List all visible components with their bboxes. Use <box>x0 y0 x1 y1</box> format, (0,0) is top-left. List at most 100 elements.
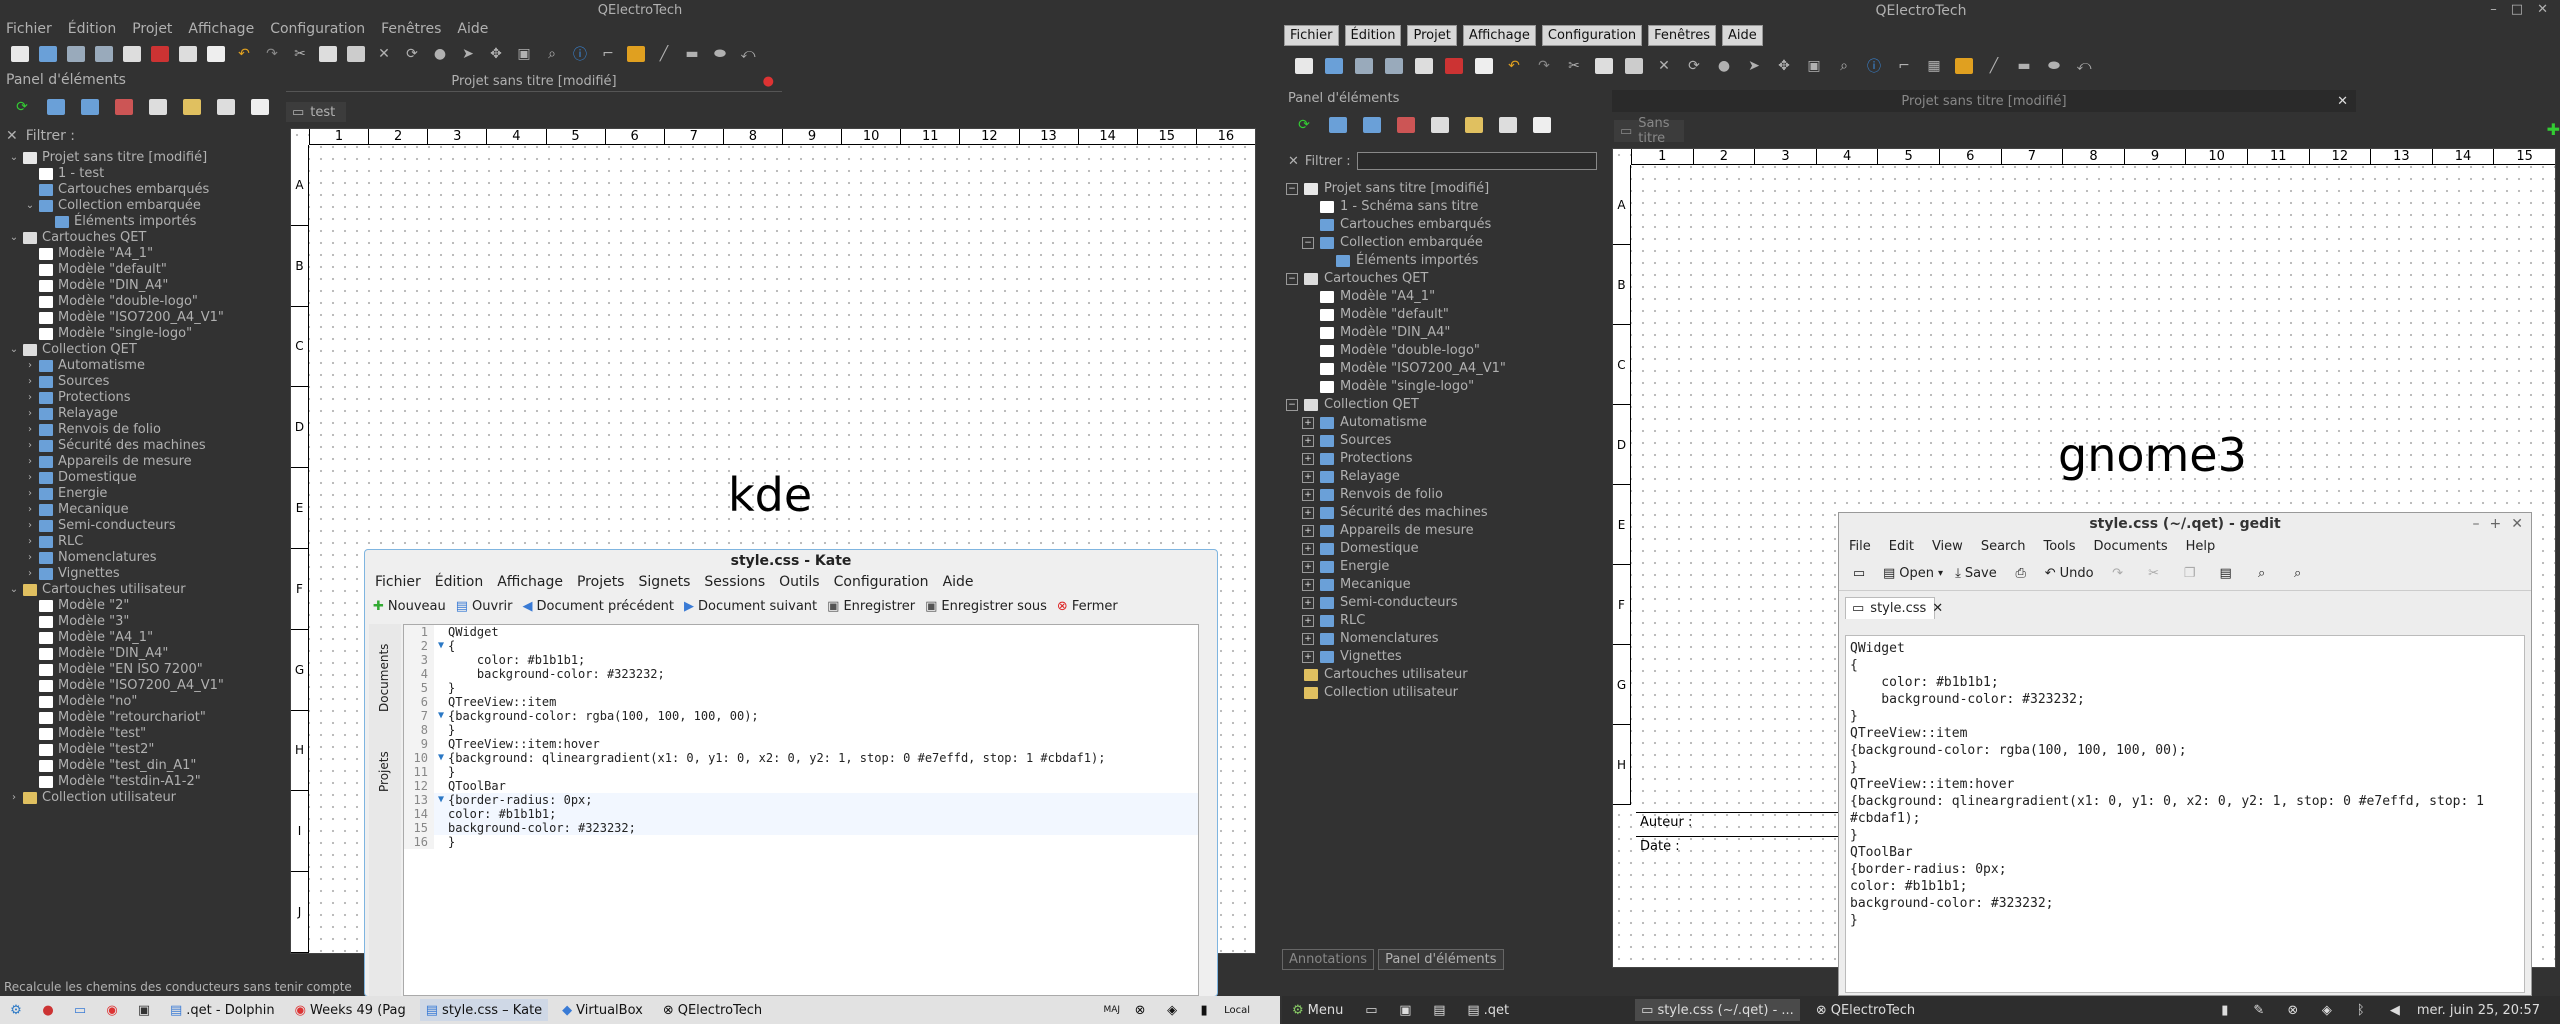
fold-marker[interactable] <box>434 723 448 737</box>
tree-item[interactable]: Cartouches utilisateur <box>1282 666 1602 684</box>
fold-marker[interactable]: ▼ <box>434 751 448 765</box>
tree-item[interactable]: › Collection utilisateur <box>0 790 274 806</box>
tree-item[interactable]: Éléments importés <box>1282 252 1602 270</box>
tree-item[interactable]: › Nomenclatures <box>0 550 274 566</box>
fold-marker[interactable] <box>434 681 448 695</box>
kate-menu-edition[interactable]: Édition <box>435 574 483 590</box>
titleblock-icon[interactable] <box>1530 113 1554 137</box>
fold-marker[interactable] <box>434 765 448 779</box>
gedit-menu-tools[interactable]: Tools <box>2043 539 2075 554</box>
launcher-folder-icon[interactable]: ▤ <box>1427 998 1451 1022</box>
kate-new-button[interactable]: ✚ Nouveau <box>373 599 446 614</box>
redo-icon[interactable]: ↷ <box>1532 54 1556 78</box>
print-icon[interactable] <box>1472 54 1496 78</box>
fold-marker[interactable] <box>434 695 448 709</box>
rectangle-icon[interactable]: ▬ <box>680 42 704 66</box>
volume-icon[interactable]: ◀ <box>2383 998 2407 1022</box>
info-icon[interactable]: ● <box>1712 54 1736 78</box>
maximize-icon[interactable]: + <box>2490 516 2502 532</box>
element-tree[interactable]: ⌄ Projet sans titre [modifié] 1 - test Cart… <box>0 150 274 980</box>
tree-item[interactable]: + Relayage <box>1282 468 1602 486</box>
tree-item[interactable]: Modèle "A4_1" <box>1282 288 1602 306</box>
tab-panel-elements[interactable]: Panel d'éléments <box>1378 948 1504 970</box>
tree-item[interactable]: Cartouches embarqués <box>0 182 274 198</box>
fold-marker[interactable]: ▼ <box>434 793 448 807</box>
tree-item[interactable]: ⌄ Cartouches utilisateur <box>0 582 274 598</box>
select-icon[interactable]: ➤ <box>1742 54 1766 78</box>
delete-element-icon[interactable] <box>214 95 238 119</box>
redo-icon[interactable]: ↷ <box>260 42 284 66</box>
expander-icon[interactable]: + <box>1302 507 1314 519</box>
tree-item[interactable]: + Mecanique <box>1282 576 1602 594</box>
tree-item[interactable]: Modèle "double-logo" <box>0 294 274 310</box>
element-tree[interactable]: − Projet sans titre [modifié] 1 - Schéma s… <box>1282 180 1602 940</box>
kate-open-button[interactable]: ▤ Ouvrir <box>456 599 513 614</box>
task-qelectrotech[interactable]: ⊗ QElectroTech <box>1810 999 1921 1021</box>
gedit-open-button[interactable]: ▤ Open ▾ <box>1883 566 1943 581</box>
kate-prev-button[interactable]: ◀ Document précédent <box>523 599 675 614</box>
pdf-icon[interactable] <box>176 42 200 66</box>
menu-configuration[interactable]: Configuration <box>1541 24 1643 46</box>
expander-icon[interactable]: − <box>1286 273 1298 285</box>
shield-icon[interactable]: ◈ <box>2315 998 2339 1022</box>
tree-item[interactable]: › Relayage <box>0 406 274 422</box>
conductor-icon[interactable]: ⌐ <box>1892 54 1916 78</box>
close-doc-icon[interactable]: ✕ <box>2337 94 2348 109</box>
expander-icon[interactable]: + <box>1302 579 1314 591</box>
kate-menu-affichage[interactable]: Affichage <box>497 574 563 590</box>
tree-item[interactable]: + Appareils de mesure <box>1282 522 1602 540</box>
menu-affichage[interactable]: Affichage <box>188 21 254 37</box>
close-doc-icon[interactable]: ● <box>763 74 774 89</box>
tree-item[interactable]: ⌄ Cartouches QET <box>0 230 274 246</box>
tree-item[interactable]: + Domestique <box>1282 540 1602 558</box>
tree-item[interactable]: Modèle "no" <box>0 694 274 710</box>
image-icon[interactable] <box>1952 54 1976 78</box>
expander-icon[interactable]: › <box>8 790 20 806</box>
paste-icon[interactable] <box>1622 54 1646 78</box>
expander-icon[interactable]: › <box>24 534 36 550</box>
expander-icon[interactable]: + <box>1302 543 1314 555</box>
expander-icon[interactable]: › <box>24 566 36 582</box>
gedit-editor[interactable]: QWidget { color: #b1b1b1; background-colo… <box>1845 635 2525 993</box>
clock[interactable]: mer. juin 25, 20:57 <box>2417 1003 2540 1018</box>
kate-menu-aide[interactable]: Aide <box>943 574 974 590</box>
kate-save-as-button[interactable]: ▣ Enregistrer sous <box>925 599 1047 614</box>
paste-icon[interactable] <box>344 42 368 66</box>
save-as-icon[interactable] <box>1382 54 1406 78</box>
line-icon[interactable]: ╱ <box>1982 54 2006 78</box>
menu-fenetres[interactable]: Fenêtres <box>1648 24 1717 46</box>
properties-icon[interactable]: ⓘ <box>1862 54 1886 78</box>
menu-projet[interactable]: Projet <box>1407 24 1457 46</box>
menu-fichier[interactable]: Fichier <box>1284 24 1339 46</box>
menu-projet[interactable]: Projet <box>132 21 172 37</box>
tree-item[interactable]: › RLC <box>0 534 274 550</box>
side-tab-projets[interactable]: Projets <box>377 732 391 792</box>
polygon-icon[interactable]: ⤺ <box>2072 54 2096 78</box>
tree-item[interactable]: + Sécurité des machines <box>1282 504 1602 522</box>
gedit-menu-help[interactable]: Help <box>2186 539 2216 554</box>
tree-item[interactable]: + RLC <box>1282 612 1602 630</box>
tab-test[interactable]: ▭ test <box>286 102 346 122</box>
pen-icon[interactable]: ✎ <box>2247 998 2271 1022</box>
tree-item[interactable]: + Renvois de folio <box>1282 486 1602 504</box>
cut-icon[interactable]: ✂ <box>1562 54 1586 78</box>
paste-icon[interactable]: ▤ <box>2214 562 2238 586</box>
tree-item[interactable]: + Semi-conducteurs <box>1282 594 1602 612</box>
expander-icon[interactable]: + <box>1302 417 1314 429</box>
tree-item[interactable]: Modèle "test2" <box>0 742 274 758</box>
tree-item[interactable]: Modèle "DIN_A4" <box>1282 324 1602 342</box>
expander-icon[interactable]: › <box>24 358 36 374</box>
browser-icon[interactable]: ◉ <box>100 998 124 1022</box>
tree-item[interactable]: Modèle "2" <box>0 598 274 614</box>
tree-item[interactable]: − Cartouches QET <box>1282 270 1602 288</box>
delete-icon[interactable]: ✕ <box>1652 54 1676 78</box>
print-icon[interactable]: ⎙ <box>2009 562 2033 586</box>
menu-fenetres[interactable]: Fenêtres <box>381 21 441 37</box>
flag-icon[interactable]: ▮ <box>2213 998 2237 1022</box>
expander-icon[interactable]: › <box>24 406 36 422</box>
menu-edition[interactable]: Édition <box>68 21 116 37</box>
export-icon[interactable] <box>1442 54 1466 78</box>
zoom-icon[interactable]: ⌕ <box>540 42 564 66</box>
kate-next-button[interactable]: ▶ Document suivant <box>684 599 817 614</box>
fold-marker[interactable] <box>434 625 448 639</box>
